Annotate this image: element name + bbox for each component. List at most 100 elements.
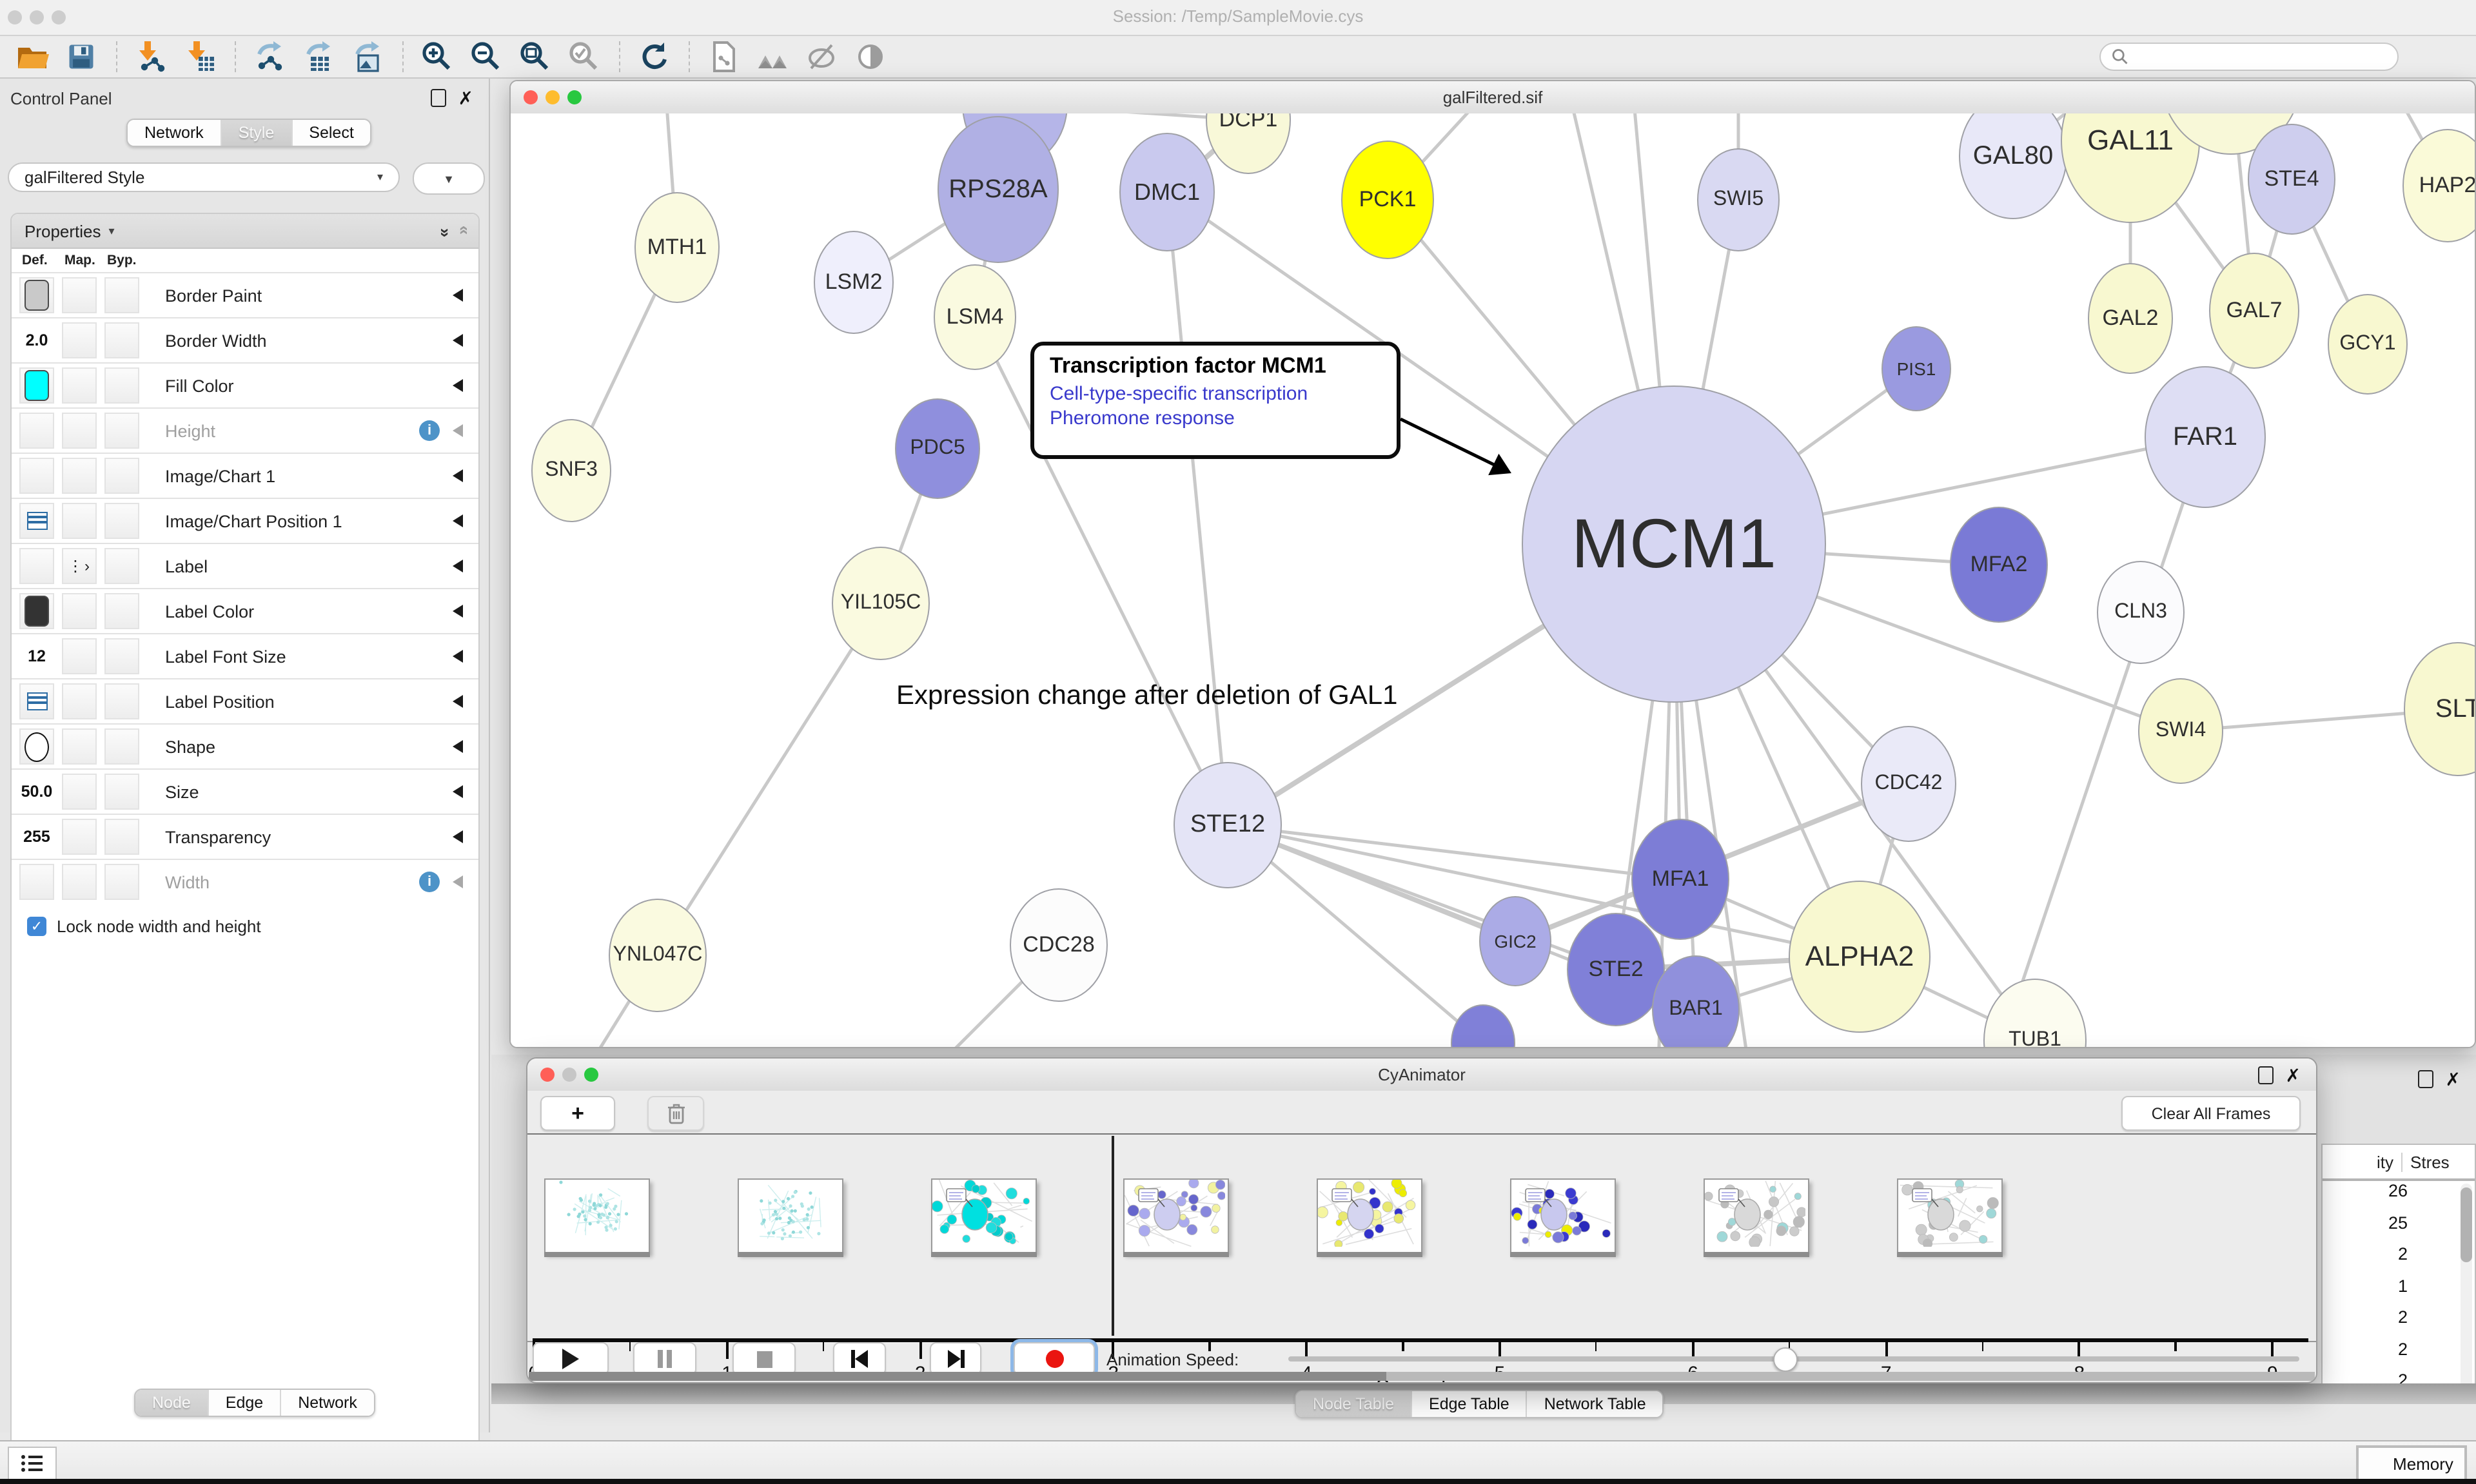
- network-node-yil105c[interactable]: YIL105C: [832, 547, 930, 660]
- expand-arrow-icon[interactable]: [453, 334, 463, 347]
- network-node-ste12[interactable]: STE12: [1174, 762, 1282, 888]
- stop-button[interactable]: [732, 1342, 796, 1376]
- property-def-cell[interactable]: [19, 593, 54, 629]
- network-node-pck1[interactable]: PCK1: [1341, 141, 1434, 259]
- expand-arrow-icon[interactable]: [453, 740, 463, 753]
- annotation-link[interactable]: Pheromone response: [1050, 407, 1381, 429]
- record-button[interactable]: [1014, 1342, 1095, 1376]
- network-node-ynl047c[interactable]: YNL047C: [609, 899, 707, 1012]
- property-row[interactable]: Image/Chart Position 1: [12, 498, 478, 543]
- network-canvas[interactable]: RPS28ADMC1DCP1PCK1MTH1LSM2LSM4SNF3PDC5YI…: [511, 113, 2475, 1048]
- cyanimator-timeline[interactable]: Seconds 0123456789: [527, 1133, 2316, 1342]
- property-byp-cell[interactable]: [104, 864, 139, 900]
- tab-network-table[interactable]: Network Table: [1526, 1391, 1663, 1417]
- property-map-cell[interactable]: [62, 638, 97, 674]
- property-def-cell[interactable]: [19, 728, 54, 765]
- property-byp-cell[interactable]: [104, 458, 139, 494]
- annotation-box[interactable]: Transcription factor MCM1Cell-type-speci…: [1030, 342, 1400, 459]
- network-node-gcy1[interactable]: GCY1: [2328, 294, 2408, 395]
- property-map-cell[interactable]: [62, 503, 97, 539]
- property-row[interactable]: Fill Color: [12, 362, 478, 407]
- save-session-icon[interactable]: [62, 39, 101, 75]
- new-network-icon[interactable]: [250, 39, 289, 75]
- property-byp-cell[interactable]: [104, 367, 139, 404]
- network-node-ste4[interactable]: STE4: [2248, 124, 2335, 235]
- tab-style[interactable]: Style: [221, 120, 291, 146]
- property-map-cell[interactable]: [62, 683, 97, 719]
- property-def-cell[interactable]: [19, 277, 54, 313]
- property-row[interactable]: Image/Chart 1: [12, 453, 478, 498]
- export-image-icon[interactable]: [348, 39, 387, 75]
- network-window-titlebar[interactable]: galFiltered.sif: [511, 81, 2475, 115]
- network-node-gic2[interactable]: GIC2: [1479, 896, 1551, 986]
- open-session-icon[interactable]: [13, 39, 52, 75]
- lock-size-row[interactable]: Lock node width and height: [12, 904, 478, 936]
- tab-edge[interactable]: Edge: [208, 1390, 280, 1416]
- network-node-lsm4[interactable]: LSM4: [934, 264, 1016, 370]
- skip-to-end-button[interactable]: [930, 1342, 981, 1376]
- column-header-centrality[interactable]: ity: [2323, 1152, 2402, 1171]
- property-byp-cell[interactable]: [104, 277, 139, 313]
- float-panel-icon[interactable]: [2259, 1066, 2274, 1084]
- cyanimator-titlebar[interactable]: CyAnimator ✗: [527, 1059, 2316, 1092]
- table-row[interactable]: 2: [2323, 1339, 2475, 1371]
- checkbox-checked-icon[interactable]: [27, 917, 46, 936]
- property-def-cell[interactable]: [19, 548, 54, 584]
- property-map-cell[interactable]: ⋮›: [62, 548, 97, 584]
- network-node-gal2[interactable]: GAL2: [2088, 263, 2173, 374]
- property-map-cell[interactable]: [62, 367, 97, 404]
- property-row[interactable]: Label Color: [12, 588, 478, 633]
- network-node-cdc28[interactable]: CDC28: [1010, 888, 1108, 1002]
- expand-arrow-icon[interactable]: [453, 560, 463, 572]
- property-row[interactable]: Height: [12, 407, 478, 453]
- frame-thumbnail-6s[interactable]: [1704, 1178, 1809, 1253]
- tab-select[interactable]: Select: [291, 120, 371, 146]
- network-node-mcm1[interactable]: MCM1: [1522, 386, 1826, 703]
- add-frame-button[interactable]: +: [540, 1096, 615, 1131]
- property-map-cell[interactable]: [62, 322, 97, 358]
- network-node-far1[interactable]: FAR1: [2145, 366, 2266, 508]
- property-map-cell[interactable]: [62, 458, 97, 494]
- properties-header[interactable]: Properties ▾ » »: [12, 214, 478, 249]
- network-node-mth1[interactable]: MTH1: [634, 192, 720, 303]
- tab-node[interactable]: Node: [135, 1390, 208, 1416]
- property-def-cell[interactable]: [19, 367, 54, 404]
- network-node-dmc1[interactable]: DMC1: [1119, 133, 1215, 251]
- property-byp-cell[interactable]: [104, 774, 139, 810]
- expand-arrow-icon[interactable]: [453, 830, 463, 843]
- refresh-icon[interactable]: [634, 39, 673, 75]
- timeline-playhead[interactable]: [1112, 1136, 1114, 1336]
- expand-all-icon[interactable]: »: [453, 228, 472, 234]
- network-node-rps28a[interactable]: RPS28A: [938, 116, 1059, 263]
- memory-button[interactable]: Memory: [2356, 1445, 2467, 1481]
- network-node-swi4[interactable]: SWI4: [2138, 678, 2223, 784]
- property-map-cell[interactable]: [62, 819, 97, 855]
- frame-thumbnail-5s[interactable]: [1510, 1178, 1616, 1253]
- table-row[interactable]: 25: [2323, 1213, 2475, 1244]
- property-def-cell[interactable]: [19, 683, 54, 719]
- expand-arrow-icon[interactable]: [453, 785, 463, 798]
- expand-arrow-icon[interactable]: [453, 650, 463, 663]
- tab-network[interactable]: Network: [128, 120, 221, 146]
- network-node-alpha2[interactable]: ALPHA2: [1789, 881, 1931, 1033]
- network-node-cdc42[interactable]: CDC42: [1861, 726, 1956, 842]
- frame-thumbnail-1s[interactable]: [738, 1178, 843, 1253]
- expand-arrow-icon[interactable]: [453, 289, 463, 302]
- property-byp-cell[interactable]: [104, 593, 139, 629]
- network-node-ste2[interactable]: STE2: [1567, 913, 1665, 1026]
- task-history-button[interactable]: [8, 1447, 57, 1480]
- network-node-lsm2[interactable]: LSM2: [814, 231, 894, 334]
- property-byp-cell[interactable]: [104, 322, 139, 358]
- expand-arrow-icon[interactable]: [453, 695, 463, 708]
- network-node-mfa1[interactable]: MFA1: [1631, 819, 1729, 940]
- property-byp-cell[interactable]: [104, 413, 139, 449]
- delete-frame-button[interactable]: [647, 1096, 704, 1131]
- property-def-cell[interactable]: [19, 458, 54, 494]
- property-def-cell[interactable]: 255: [19, 819, 54, 855]
- annotation-link[interactable]: Cell-type-specific transcription: [1050, 383, 1381, 405]
- close-panel-icon[interactable]: ✗: [2286, 1068, 2301, 1083]
- new-table-icon[interactable]: [299, 39, 338, 75]
- zoom-fit-icon[interactable]: [516, 39, 555, 75]
- property-byp-cell[interactable]: [104, 638, 139, 674]
- property-map-cell[interactable]: [62, 864, 97, 900]
